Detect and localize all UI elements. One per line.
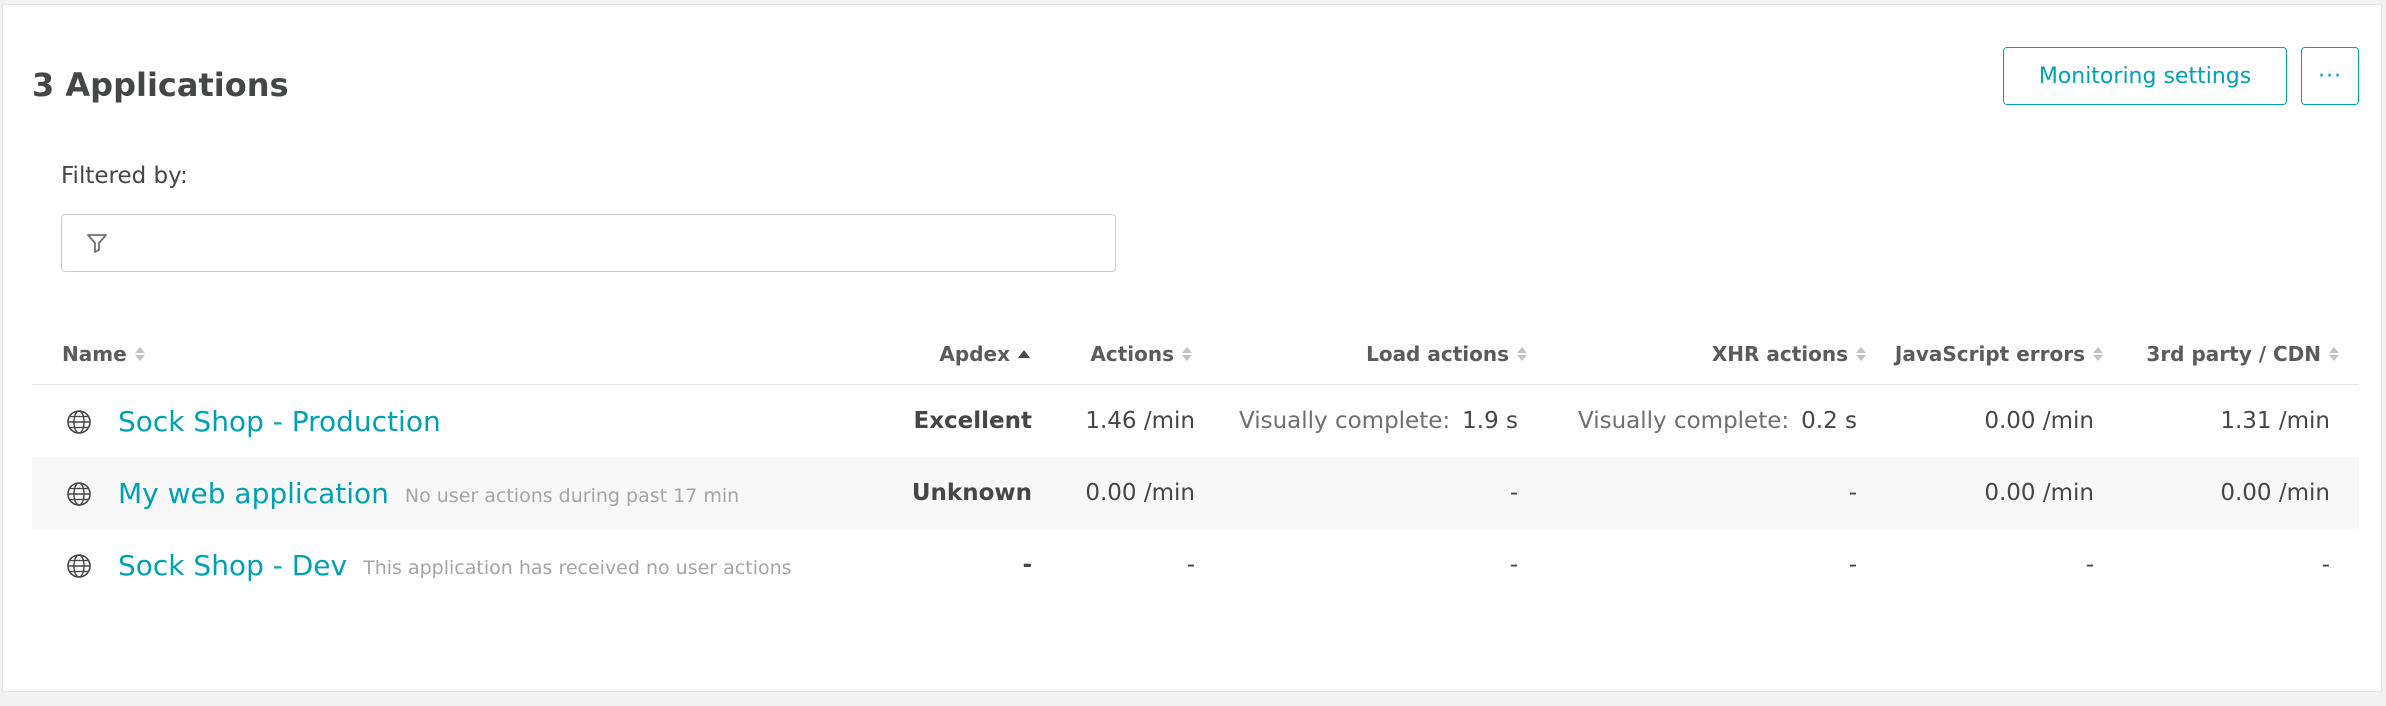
table-row[interactable]: Sock Shop - Dev This application has rec…	[32, 529, 2359, 601]
third-party-cdn-cell: 0.00 /min	[2220, 480, 2330, 506]
column-header-label: Actions	[1090, 342, 1174, 366]
application-link[interactable]: Sock Shop - Production	[118, 405, 441, 438]
application-name-cell: Sock Shop - Production	[118, 385, 457, 457]
monitoring-settings-button[interactable]: Monitoring settings	[2003, 47, 2287, 105]
column-header-apdex[interactable]: Apdex	[939, 342, 1030, 366]
sort-icon	[1856, 347, 1866, 361]
apdex-cell: -	[1022, 529, 1032, 601]
column-header-label: 3rd party / CDN	[2146, 342, 2321, 366]
sort-icon	[1182, 347, 1192, 361]
load-actions-value: -	[1509, 480, 1518, 506]
globe-icon	[67, 554, 91, 578]
actions-cell: 1.46 /min	[1085, 408, 1195, 434]
application-name-cell: Sock Shop - Dev This application has rec…	[118, 529, 792, 601]
xhr-actions-value: -	[1848, 552, 1857, 578]
load-actions-cell: Visually complete: 1.9 s	[1239, 385, 1518, 457]
column-header-label: Load actions	[1366, 342, 1509, 366]
more-options-button[interactable]: ···	[2301, 47, 2359, 105]
visually-complete-label: Visually complete:	[1577, 408, 1790, 434]
column-header-label: Apdex	[939, 342, 1010, 366]
javascript-errors-cell: 0.00 /min	[1984, 480, 2094, 506]
third-party-cdn-cell: 1.31 /min	[2220, 408, 2330, 434]
application-link[interactable]: My web application	[118, 477, 389, 510]
javascript-errors-cell: -	[2085, 552, 2094, 578]
globe-icon	[67, 482, 91, 506]
column-header-actions[interactable]: Actions	[1090, 342, 1192, 366]
column-header-label: XHR actions	[1711, 342, 1848, 366]
column-header-load-actions[interactable]: Load actions	[1366, 342, 1527, 366]
filter-input[interactable]	[61, 214, 1116, 272]
column-header-third-party-cdn[interactable]: 3rd party / CDN	[2146, 342, 2339, 366]
globe-icon	[67, 410, 91, 434]
apdex-value: Excellent	[913, 408, 1032, 434]
page-title: 3 Applications	[32, 66, 289, 104]
application-hint: No user actions during past 17 min	[404, 485, 740, 507]
column-header-label: Name	[62, 342, 127, 366]
filter-label: Filtered by:	[61, 163, 188, 189]
xhr-actions-value: -	[1848, 480, 1857, 506]
sort-icon	[1517, 347, 1527, 361]
load-actions-cell: -	[1498, 529, 1518, 601]
application-name-cell: My web application No user actions durin…	[118, 457, 739, 529]
load-actions-value: -	[1509, 552, 1518, 578]
apdex-value: Unknown	[911, 480, 1032, 506]
applications-card: 3 Applications Monitoring settings ··· F…	[2, 4, 2382, 692]
xhr-actions-cell: -	[1837, 457, 1857, 529]
application-link[interactable]: Sock Shop - Dev	[118, 549, 347, 582]
javascript-errors-cell: 0.00 /min	[1984, 408, 2094, 434]
sort-ascending-icon	[1018, 350, 1030, 358]
applications-table: Name Apdex Actions Load actions XHR acti…	[32, 330, 2359, 601]
table-header: Name Apdex Actions Load actions XHR acti…	[32, 330, 2359, 385]
column-header-label: JavaScript errors	[1894, 342, 2085, 366]
column-header-xhr-actions[interactable]: XHR actions	[1712, 342, 1866, 366]
apdex-value: -	[1022, 552, 1032, 578]
table-row[interactable]: Sock Shop - Production Excellent 1.46 /m…	[32, 385, 2359, 457]
sort-icon	[2093, 347, 2103, 361]
xhr-actions-cell: Visually complete: 0.2 s	[1578, 385, 1857, 457]
third-party-cdn-cell: -	[2321, 552, 2330, 578]
visually-complete-label: Visually complete:	[1238, 408, 1451, 434]
actions-cell: -	[1186, 552, 1195, 578]
column-header-javascript-errors[interactable]: JavaScript errors	[1895, 342, 2103, 366]
load-actions-cell: -	[1498, 457, 1518, 529]
sort-icon	[2329, 347, 2339, 361]
table-row[interactable]: My web application No user actions durin…	[32, 457, 2359, 529]
load-actions-value: 1.9 s	[1462, 408, 1518, 434]
application-hint: This application has received no user ac…	[363, 557, 792, 579]
apdex-cell: Excellent	[913, 385, 1032, 457]
actions-cell: 0.00 /min	[1085, 480, 1195, 506]
filter-icon	[87, 234, 107, 253]
column-header-name[interactable]: Name	[62, 342, 145, 366]
xhr-actions-value: 0.2 s	[1801, 408, 1857, 434]
sort-icon	[134, 347, 145, 361]
xhr-actions-cell: -	[1837, 529, 1857, 601]
apdex-cell: Unknown	[912, 457, 1032, 529]
